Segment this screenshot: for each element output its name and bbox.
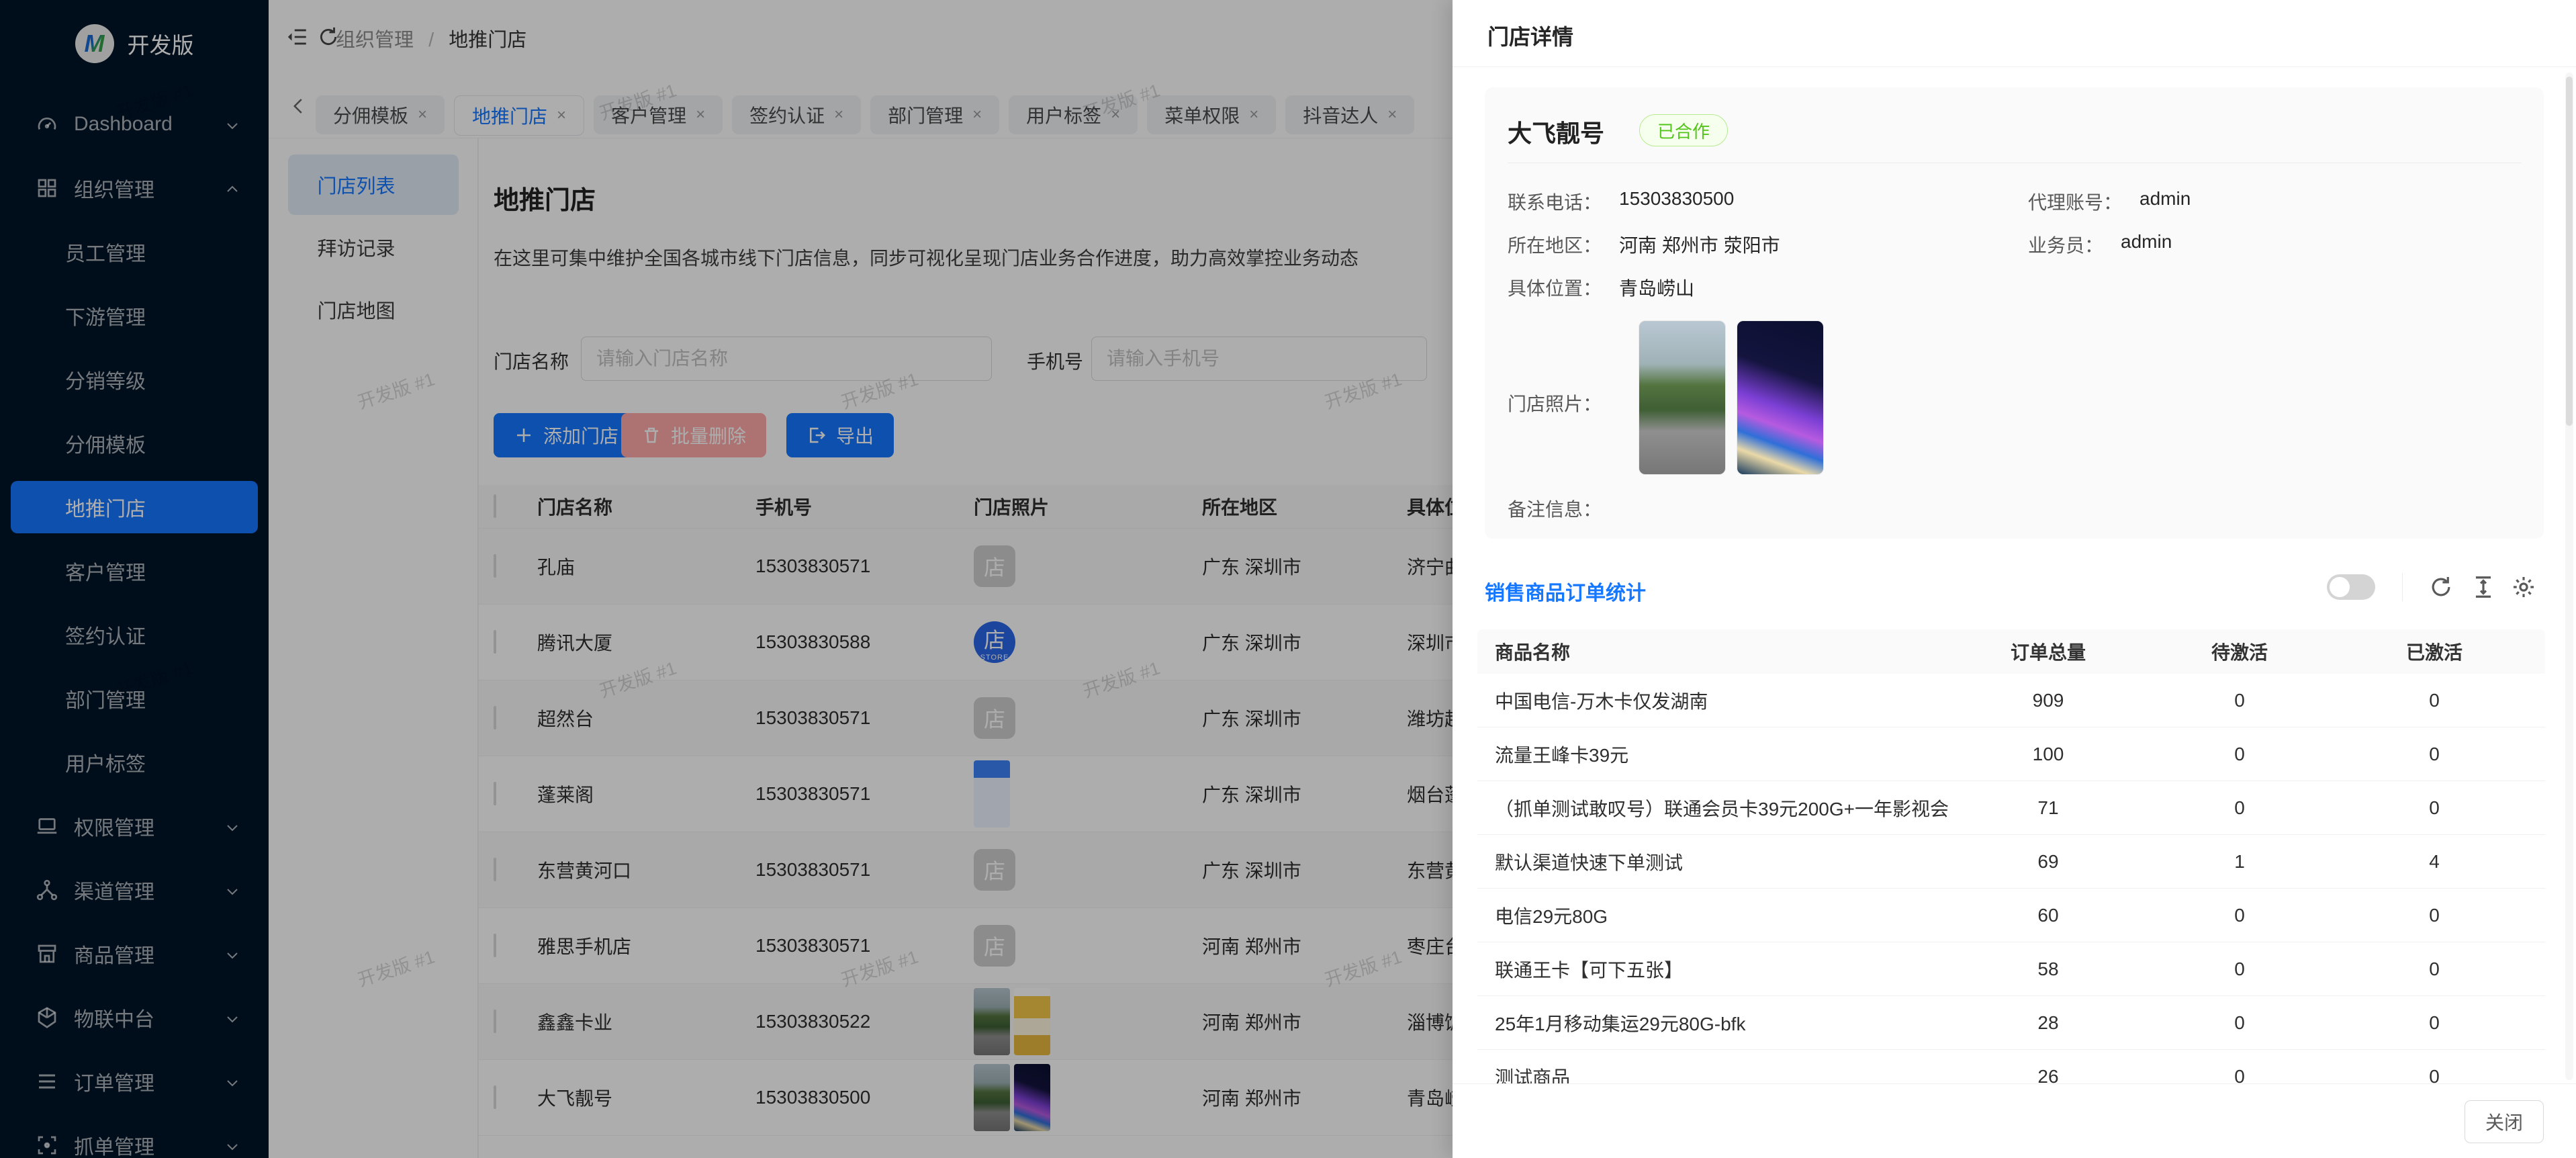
- stat-value: 69: [2037, 850, 2059, 872]
- field-salesman: 业务员： admin: [2028, 231, 2172, 256]
- stat-value: 0: [2429, 743, 2440, 764]
- stats-row: 电信29元80G 60 0 0: [1477, 889, 2545, 942]
- field-contact-phone: 联系电话： 15303830500: [1508, 188, 1735, 213]
- stat-value: 58: [2037, 958, 2059, 979]
- drawer-title: 门店详情: [1487, 25, 1574, 49]
- drawer-scrollbar[interactable]: [2565, 73, 2573, 1080]
- stats-section-title[interactable]: 销售商品订单统计: [1485, 576, 1646, 606]
- product-name: 中国电信-万木卡仅发湖南: [1495, 691, 1708, 712]
- field-agent-account: 代理账号： admin: [2028, 188, 2191, 213]
- store-detail-card: 大飞靓号 已合作 联系电话： 15303830500 代理账号： admin 所…: [1485, 87, 2544, 539]
- settings-gear-icon[interactable]: [2511, 574, 2536, 600]
- close-button[interactable]: 关闭: [2464, 1100, 2544, 1143]
- stats-table: 商品名称 订单总量 待激活 已激活中国电信-万木卡仅发湖南 909 0 0 流量王峰卡39元 1…: [1477, 629, 2545, 1104]
- store-photo-neon[interactable]: [1737, 320, 1824, 475]
- stat-value: 0: [2429, 1012, 2440, 1033]
- product-name: （抓单测试敢叹号）联通会员卡39元200G+一年影视会: [1495, 798, 1949, 819]
- refresh-icon[interactable]: [2428, 574, 2454, 600]
- stat-value: 1: [2234, 850, 2245, 872]
- drawer-footer: 关闭: [1453, 1083, 2576, 1158]
- field-region: 所在地区： 河南 郑州市 荥阳市: [1508, 235, 1780, 256]
- stats-column-header: 待激活: [2211, 642, 2268, 663]
- stats-row: 联通王卡【可下五张】 58 0 0: [1477, 942, 2545, 996]
- column-height-icon[interactable]: [2471, 574, 2496, 600]
- stats-column-header: 已激活: [2405, 642, 2463, 663]
- stat-value: 0: [2234, 904, 2245, 926]
- drawer-header: 门店详情: [1453, 0, 2576, 67]
- stats-row: 流量王峰卡39元 100 0 0: [1477, 727, 2545, 781]
- stats-column-header: 商品名称: [1495, 642, 1571, 663]
- store-photos: [1639, 320, 1824, 475]
- stat-value: 0: [2429, 958, 2440, 979]
- stat-value: 4: [2429, 850, 2440, 872]
- stat-value: 0: [2234, 743, 2245, 764]
- stat-value: 28: [2037, 1012, 2059, 1033]
- stat-value: 0: [2429, 904, 2440, 926]
- stat-value: 0: [2234, 1012, 2245, 1033]
- stat-value: 0: [2429, 797, 2440, 818]
- product-name: 默认渠道快速下单测试: [1495, 852, 1684, 873]
- stats-row: 默认渠道快速下单测试 69 1 4: [1477, 835, 2545, 889]
- stats-toggle-switch[interactable]: [2327, 574, 2375, 600]
- field-photos-label: 门店照片：: [1508, 394, 1602, 414]
- status-badge: 已合作: [1639, 114, 1729, 146]
- divider: [2402, 573, 2403, 601]
- stats-column-header: 订单总量: [2010, 642, 2086, 663]
- stat-value: 0: [2429, 689, 2440, 711]
- field-remark: 备注信息：: [1508, 499, 1602, 520]
- store-detail-drawer: 门店详情 大飞靓号 已合作 联系电话： 15303830500 代理账号： ad…: [1453, 0, 2576, 1158]
- stats-row: （抓单测试敢叹号）联通会员卡39元200G+一年影视会 71 0 0: [1477, 781, 2545, 835]
- product-name: 25年1月移动集运29元80G-bfk: [1495, 1013, 1746, 1034]
- stat-value: 0: [2234, 689, 2245, 711]
- store-name: 大飞靓号: [1508, 120, 1605, 147]
- stat-value: 909: [2032, 689, 2064, 711]
- store-photo-road[interactable]: [1639, 320, 1726, 475]
- stat-value: 60: [2037, 904, 2059, 926]
- stats-row: 25年1月移动集运29元80G-bfk 28 0 0: [1477, 996, 2545, 1050]
- app-root: M 开发版 Dashboard 组织管理 员工管理 下游管理 分销等级 分佣模板 地推门店客…: [0, 0, 2576, 1158]
- product-name: 联通王卡【可下五张】: [1495, 959, 1684, 981]
- stats-row: 中国电信-万木卡仅发湖南 909 0 0: [1477, 674, 2545, 727]
- product-name: 流量王峰卡39元: [1495, 744, 1629, 766]
- stat-value: 100: [2032, 743, 2064, 764]
- field-location: 具体位置： 青岛崂山: [1508, 278, 1695, 299]
- product-name: 电信29元80G: [1495, 905, 1608, 927]
- stat-value: 0: [2234, 797, 2245, 818]
- stat-value: 0: [2234, 958, 2245, 979]
- stat-value: 71: [2037, 797, 2059, 818]
- stats-table-header: 商品名称 订单总量 待激活 已激活: [1477, 629, 2545, 674]
